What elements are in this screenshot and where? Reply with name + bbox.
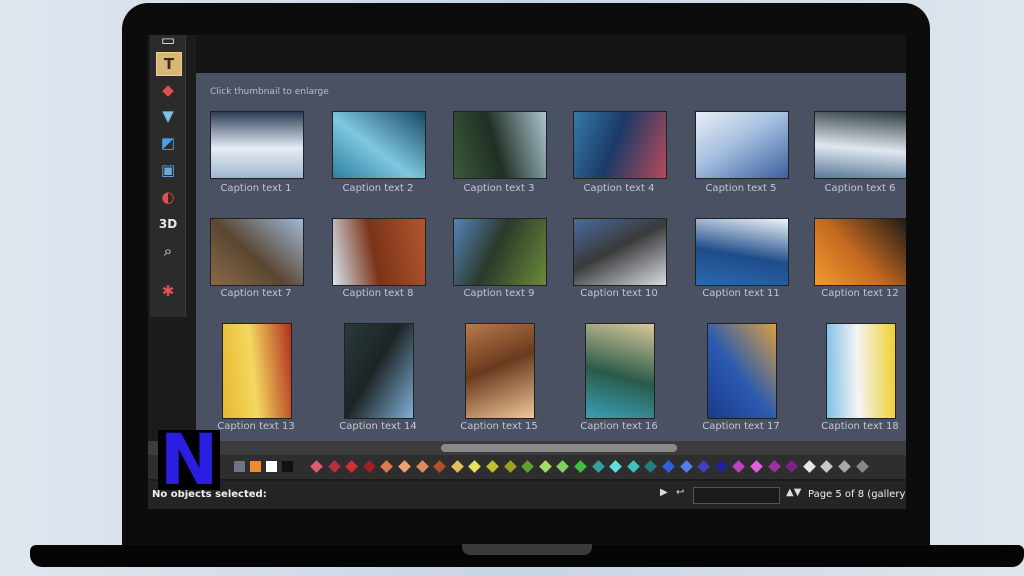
- thumbnail-caption: Caption text 5: [705, 183, 777, 194]
- palette-color[interactable]: [714, 460, 728, 473]
- palette-color[interactable]: [538, 460, 552, 473]
- thumbnail-caption: Caption text 11: [702, 288, 780, 299]
- palette-color[interactable]: [802, 460, 816, 473]
- thumbnail-caption: Caption text 6: [824, 183, 896, 194]
- palette-color[interactable]: [697, 460, 711, 473]
- transparency-tool-icon[interactable]: ▼: [156, 105, 180, 127]
- selector-tool-icon[interactable]: ▭: [156, 35, 180, 51]
- palette-color[interactable]: [310, 460, 323, 473]
- page-arrows-icon[interactable]: ▲▼: [786, 487, 801, 498]
- palette-color[interactable]: [362, 460, 376, 473]
- scrollbar-thumb[interactable]: [441, 444, 677, 452]
- gallery-thumbnail[interactable]: [465, 323, 535, 419]
- gallery-thumbnail[interactable]: [826, 323, 896, 419]
- palette-color[interactable]: [380, 460, 394, 473]
- gallery-thumbnail[interactable]: [814, 111, 906, 179]
- palette-swatch[interactable]: [282, 461, 293, 472]
- tool-palette: ▭ T ◆ ▼ ◩ ▣ ◐ 3D ⌕ ✱: [150, 35, 186, 317]
- gallery-thumbnail[interactable]: [573, 218, 667, 286]
- status-bar: No objects selected: ▶ ↩ ▲▼ Page 5 of 8 …: [148, 481, 906, 509]
- undo-icon[interactable]: ↩: [676, 487, 684, 498]
- gallery-thumbnail[interactable]: [695, 218, 789, 286]
- palette-color[interactable]: [327, 460, 341, 473]
- thumbnail-caption: Caption text 8: [342, 288, 414, 299]
- palette-color[interactable]: [820, 460, 834, 473]
- thumbnail-caption: Caption text 10: [580, 288, 658, 299]
- bevel-tool-icon[interactable]: ▣: [156, 159, 180, 181]
- zoom-tool-icon[interactable]: ⌕: [156, 240, 180, 262]
- gallery-thumbnail[interactable]: [332, 111, 426, 179]
- palette-color[interactable]: [521, 460, 535, 473]
- mould-tool-icon[interactable]: ◐: [156, 186, 180, 208]
- gallery-thumbnail[interactable]: [585, 323, 655, 419]
- palette-color[interactable]: [398, 460, 411, 473]
- cursor-icon[interactable]: ▶: [660, 487, 668, 498]
- gallery-thumbnail[interactable]: [222, 323, 292, 419]
- thumbnail-caption: Caption text 12: [821, 288, 899, 299]
- gallery-thumbnail[interactable]: [695, 111, 789, 179]
- palette-color[interactable]: [433, 460, 447, 473]
- palette-color[interactable]: [785, 460, 799, 473]
- gallery-thumbnail[interactable]: [453, 111, 547, 179]
- gallery-thumbnail[interactable]: [332, 218, 426, 286]
- thumbnail-caption: Caption text 7: [220, 288, 292, 299]
- palette-color[interactable]: [345, 460, 359, 473]
- top-band: [196, 35, 906, 73]
- thumbnail-caption: Caption text 18: [821, 421, 899, 432]
- thumbnail-caption: Caption text 9: [463, 288, 535, 299]
- thumbnail-caption: Caption text 1: [220, 183, 292, 194]
- palette-color[interactable]: [644, 460, 658, 473]
- palette-color[interactable]: [609, 460, 623, 473]
- fill-tool-icon[interactable]: ◆: [156, 79, 180, 101]
- gallery-thumbnail[interactable]: [453, 218, 547, 286]
- laptop-notch: [462, 544, 592, 555]
- palette-color[interactable]: [838, 460, 851, 473]
- live-effects-icon[interactable]: ✱: [156, 280, 180, 302]
- thumbnail-caption: Caption text 4: [583, 183, 655, 194]
- palette-color[interactable]: [556, 460, 570, 473]
- color-palette: [148, 455, 906, 479]
- horizontal-scrollbar[interactable]: [148, 441, 906, 455]
- thumbnail-caption: Caption text 15: [460, 421, 538, 432]
- thumbnail-caption: Caption text 2: [342, 183, 414, 194]
- palette-color[interactable]: [450, 460, 464, 473]
- palette-color[interactable]: [750, 460, 763, 473]
- palette-color[interactable]: [503, 460, 517, 473]
- palette-color[interactable]: [415, 460, 429, 473]
- thumbnail-caption: Caption text 14: [339, 421, 417, 432]
- text-tool-icon[interactable]: T: [156, 52, 182, 76]
- palette-color[interactable]: [662, 460, 675, 473]
- shadow-tool-icon[interactable]: ◩: [156, 132, 180, 154]
- palette-color[interactable]: [679, 460, 693, 473]
- palette-color[interactable]: [732, 460, 746, 473]
- thumbnail-caption: Caption text 16: [580, 421, 658, 432]
- gallery-thumbnail[interactable]: [210, 111, 304, 179]
- palette-color[interactable]: [574, 460, 587, 473]
- gallery-thumbnail[interactable]: [707, 323, 777, 419]
- thumbnail-caption: Caption text 3: [463, 183, 535, 194]
- gallery-thumbnail[interactable]: [814, 218, 906, 286]
- page-indicator: Page 5 of 8 (gallery: [808, 489, 906, 500]
- palette-color[interactable]: [486, 460, 499, 473]
- gallery-thumbnail[interactable]: [573, 111, 667, 179]
- gallery-thumbnail[interactable]: [344, 323, 414, 419]
- gallery-hint: Click thumbnail to enlarge: [210, 87, 329, 97]
- thumbnail-gallery: Click thumbnail to enlarge Caption text …: [196, 73, 906, 441]
- palette-swatch[interactable]: [250, 461, 261, 472]
- status-field[interactable]: [693, 487, 780, 504]
- 3d-tool-icon[interactable]: 3D: [156, 213, 180, 235]
- gallery-thumbnail[interactable]: [210, 218, 304, 286]
- logo: N: [158, 419, 220, 501]
- palette-color[interactable]: [855, 460, 869, 473]
- app-screen: ▭ T ◆ ▼ ◩ ▣ ◐ 3D ⌕ ✱ Click thumbnail to …: [148, 35, 906, 509]
- palette-color[interactable]: [626, 460, 640, 473]
- palette-color[interactable]: [591, 460, 605, 473]
- palette-color[interactable]: [468, 460, 482, 473]
- palette-swatch[interactable]: [234, 461, 245, 472]
- thumbnail-caption: Caption text 17: [702, 421, 780, 432]
- palette-swatch[interactable]: [266, 461, 277, 472]
- palette-color[interactable]: [767, 460, 781, 473]
